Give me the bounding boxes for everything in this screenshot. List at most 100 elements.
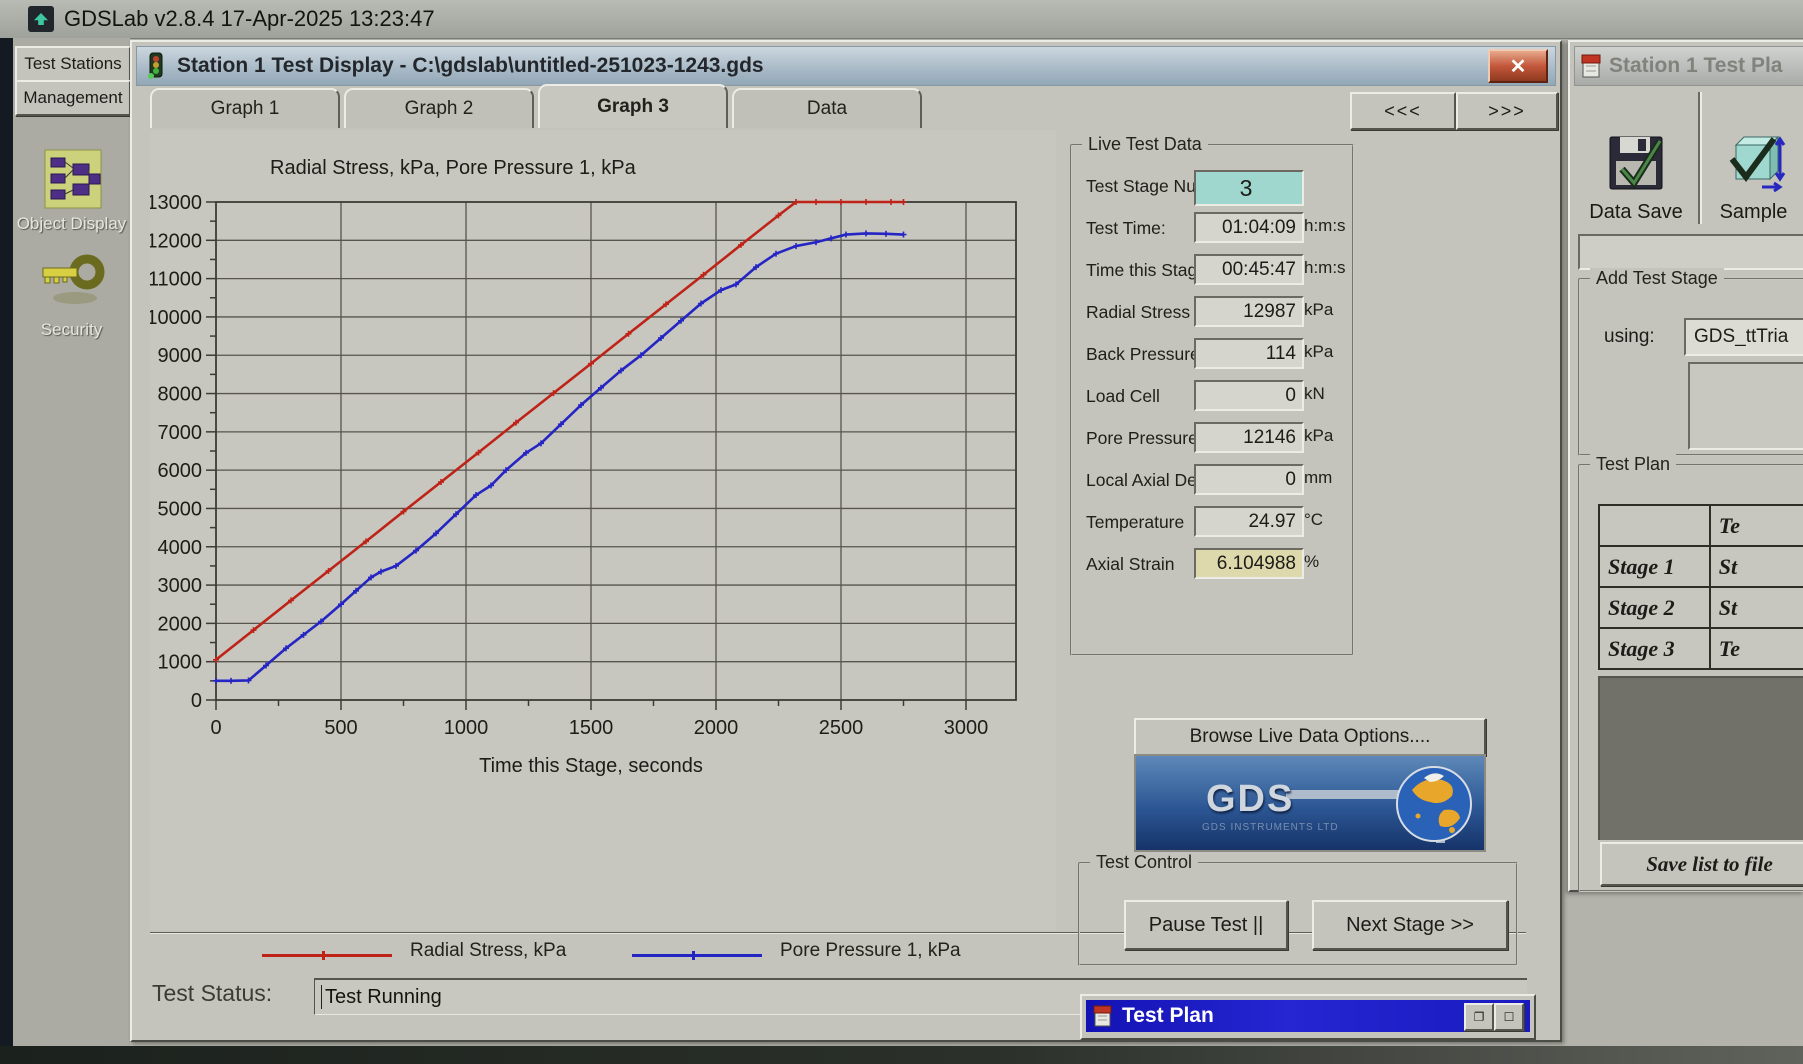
svg-text:3000: 3000 [158, 575, 203, 597]
svg-text:2000: 2000 [158, 613, 203, 635]
live-row-back-pressure: Back Pressure114kPa [1072, 338, 1348, 378]
live-row-label: Temperature [1086, 512, 1184, 533]
stage-type-cell[interactable]: Te [1710, 628, 1803, 669]
svg-text:8000: 8000 [158, 384, 203, 406]
svg-text:0: 0 [191, 690, 202, 712]
live-row-value: 0 [1194, 380, 1304, 411]
object-display-icon[interactable] [43, 148, 103, 215]
test-control-group: Test Control Pause Test || Next Stage >> [1078, 862, 1518, 966]
app-title: GDSLab v2.8.4 17-Apr-2025 13:23:47 [64, 6, 435, 32]
live-row-label: Back Pressure [1086, 344, 1200, 365]
stage-name-cell[interactable]: Stage 1 [1599, 546, 1710, 587]
svg-text:500: 500 [324, 717, 357, 739]
sidebar-tab-management[interactable]: Management [15, 80, 131, 116]
live-row-pore-pressure-1: Pore Pressure 112146kPa [1072, 422, 1348, 462]
pause-test-button[interactable]: Pause Test || [1124, 900, 1288, 950]
station-test-plan-window: Station 1 Test Pla Data Save [1568, 40, 1803, 892]
live-row-unit: kPa [1304, 300, 1333, 320]
gds-logo-subtext: GDS INSTRUMENTS LTD [1202, 822, 1339, 833]
tab-data[interactable]: Data [732, 88, 922, 128]
sidebar-item-security[interactable]: Security [13, 320, 130, 340]
scroll-tabs-left-button[interactable]: <<< [1350, 92, 1456, 130]
right-panel-title: Station 1 Test Pla [1609, 54, 1783, 78]
traffic-light-icon [143, 52, 169, 80]
live-row-value: 3 [1194, 170, 1304, 206]
live-row-value: 114 [1194, 338, 1304, 369]
svg-text:11000: 11000 [150, 269, 202, 291]
svg-text:7000: 7000 [158, 422, 203, 444]
live-row-unit: kPa [1304, 426, 1333, 446]
legend-label-pore-pressure: Pore Pressure 1, kPa [780, 940, 961, 962]
notebook-icon [1092, 1004, 1114, 1028]
svg-text:13000: 13000 [150, 192, 202, 214]
live-row-label: Radial Stress [1086, 302, 1190, 323]
browse-live-data-options-button[interactable]: Browse Live Data Options.... [1134, 718, 1486, 756]
test-plan-minimized-window[interactable]: Test Plan ❐ ☐ [1080, 994, 1536, 1040]
notebook-icon [1579, 53, 1603, 79]
svg-text:Radial Stress, kPa, Pore Press: Radial Stress, kPa, Pore Pressure 1, kPa [270, 157, 637, 179]
app-titlebar: GDSLab v2.8.4 17-Apr-2025 13:23:47 [0, 0, 1803, 39]
test-plan-empty-area [1598, 676, 1803, 840]
sidebar: Test Stations Management Object Display [13, 38, 130, 1046]
tab-graph-3[interactable]: Graph 3 [538, 84, 728, 128]
live-row-value: 00:45:47 [1194, 254, 1304, 285]
key-icon[interactable] [41, 250, 105, 315]
line-chart: Radial Stress, kPa, Pore Pressure 1, kPa… [150, 130, 1056, 930]
stage-type-cell[interactable]: St [1710, 546, 1803, 587]
live-row-radial-stress: Radial Stress12987kPa [1072, 296, 1348, 336]
live-row-local-axial-defmn-1: Local Axial Defmn 10mm [1072, 464, 1348, 504]
svg-text:6000: 6000 [158, 460, 203, 482]
sidebar-item-object-display[interactable]: Object Display [13, 214, 130, 234]
screen-bottom-edge [0, 1046, 1803, 1064]
svg-text:1500: 1500 [569, 717, 614, 739]
live-row-time-this-stage: Time this Stage00:45:47h:m:s [1072, 254, 1348, 294]
maximize-button[interactable]: ☐ [1494, 1003, 1524, 1031]
svg-text:3000: 3000 [944, 717, 989, 739]
save-list-to-file-button[interactable]: Save list to file [1600, 842, 1803, 886]
test-plan-bar-title: Test Plan [1122, 1004, 1214, 1028]
test-display-window: Station 1 Test Display - C:\gdslab\untit… [130, 40, 1562, 1042]
stage-name-cell[interactable]: Stage 2 [1599, 587, 1710, 628]
tab-graph-2[interactable]: Graph 2 [344, 88, 534, 128]
svg-text:0: 0 [210, 717, 221, 739]
sample-button[interactable]: Sample [1702, 92, 1803, 228]
stage-name-cell[interactable] [1599, 505, 1710, 546]
using-label: using: [1604, 326, 1655, 348]
next-stage-button[interactable]: Next Stage >> [1312, 900, 1508, 950]
live-row-value: 24.97 [1194, 506, 1304, 537]
screen-left-edge [0, 38, 13, 1064]
test-status-label: Test Status: [152, 980, 272, 1007]
live-row-axial-strain: Axial Strain6.104988% [1072, 548, 1348, 588]
live-row-load-cell: Load Cell0kN [1072, 380, 1348, 420]
live-test-data-title: Live Test Data [1082, 134, 1208, 155]
add-test-stage-group: Add Test Stage using: GDS_ttTria [1578, 278, 1803, 456]
data-save-label: Data Save [1589, 201, 1682, 224]
sample-cube-icon [1722, 131, 1786, 195]
live-row-value: 0 [1194, 464, 1304, 495]
live-row-value: 12987 [1194, 296, 1304, 327]
svg-text:10000: 10000 [150, 307, 202, 329]
window-titlebar[interactable]: Station 1 Test Display - C:\gdslab\untit… [136, 46, 1556, 86]
sidebar-tab-test-stations[interactable]: Test Stations [15, 46, 131, 82]
stage-name-cell[interactable]: Stage 3 [1599, 628, 1710, 669]
svg-text:9000: 9000 [158, 345, 203, 367]
restore-button[interactable]: ❐ [1464, 1003, 1494, 1031]
close-button[interactable]: ✕ [1488, 49, 1548, 83]
right-panel-titlebar[interactable]: Station 1 Test Pla [1574, 46, 1803, 86]
add-test-stage-title: Add Test Stage [1590, 268, 1724, 289]
test-plan-group: Test Plan TeStage 1StStage 2StStage 3Te … [1578, 464, 1803, 892]
stage-type-cell[interactable]: Te [1710, 505, 1803, 546]
tab-strip: Graph 1Graph 2Graph 3Data [150, 88, 922, 128]
stage-type-cell[interactable]: St [1710, 587, 1803, 628]
chart-panel: Radial Stress, kPa, Pore Pressure 1, kPa… [150, 130, 1056, 930]
data-save-button[interactable]: Data Save [1578, 92, 1694, 228]
using-combo[interactable]: GDS_ttTria [1684, 318, 1803, 356]
gds-logo-text: GDS [1206, 778, 1294, 821]
live-row-value: 12146 [1194, 422, 1304, 453]
legend-swatch-radial-stress [262, 954, 392, 957]
live-row-value: 6.104988 [1194, 548, 1304, 579]
tab-graph-1[interactable]: Graph 1 [150, 88, 340, 128]
svg-text:1000: 1000 [158, 652, 203, 674]
svg-text:12000: 12000 [150, 230, 202, 252]
scroll-tabs-right-button[interactable]: >>> [1456, 92, 1558, 130]
